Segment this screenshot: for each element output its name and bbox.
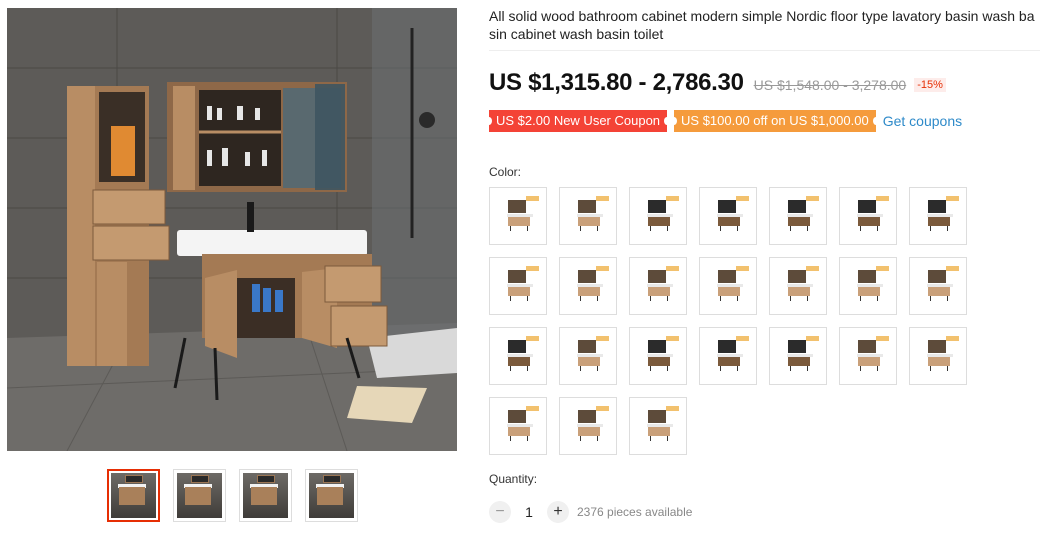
color-option-image	[914, 262, 962, 310]
color-option[interactable]	[489, 327, 547, 385]
color-option[interactable]	[559, 397, 617, 455]
thumbnail-3[interactable]	[239, 469, 292, 522]
store-coupon[interactable]: US $100.00 off on US $1,000.00	[671, 110, 879, 132]
decrease-quantity-button[interactable]: −	[489, 501, 511, 523]
color-option[interactable]	[839, 257, 897, 315]
discount-badge: -15%	[914, 78, 946, 92]
color-option[interactable]	[839, 327, 897, 385]
color-option[interactable]	[629, 257, 687, 315]
color-option-image	[774, 262, 822, 310]
thumbnail-image	[243, 473, 288, 518]
thumbnail-2[interactable]	[173, 469, 226, 522]
increase-quantity-button[interactable]: +	[547, 501, 569, 523]
color-option-image	[564, 262, 612, 310]
color-option[interactable]	[769, 187, 827, 245]
stock-available: 2376 pieces available	[577, 505, 693, 519]
get-coupons-link[interactable]: Get coupons	[883, 113, 962, 129]
color-option[interactable]	[909, 327, 967, 385]
color-option[interactable]	[909, 187, 967, 245]
main-product-image[interactable]	[7, 8, 457, 451]
color-option-image	[634, 192, 682, 240]
price-row: US $1,315.80 - 2,786.30 US $1,548.00 - 3…	[489, 69, 946, 97]
product-title: All solid wood bathroom cabinet modern s…	[489, 8, 1035, 42]
divider	[489, 50, 1040, 51]
quantity-label: Quantity:	[489, 472, 538, 486]
color-option-image	[634, 402, 682, 450]
color-option-image	[844, 192, 892, 240]
new-user-coupon[interactable]: US $2.00 New User Coupon	[485, 110, 671, 132]
thumbnail-image	[309, 473, 354, 518]
color-option-image	[774, 332, 822, 380]
color-option[interactable]	[909, 257, 967, 315]
color-option-image	[774, 192, 822, 240]
original-price: US $1,548.00 - 3,278.00	[753, 77, 907, 93]
color-option[interactable]	[699, 187, 757, 245]
color-option-image	[494, 332, 542, 380]
color-option[interactable]	[489, 257, 547, 315]
thumbnail-1[interactable]	[107, 469, 160, 522]
color-option-image	[494, 262, 542, 310]
color-option-image	[564, 192, 612, 240]
color-label: Color:	[489, 165, 522, 179]
color-option-image	[704, 262, 752, 310]
thumbnail-image	[177, 473, 222, 518]
color-option[interactable]	[489, 397, 547, 455]
color-option[interactable]	[769, 257, 827, 315]
color-option[interactable]	[699, 327, 757, 385]
color-option[interactable]	[839, 187, 897, 245]
quantity-input[interactable]	[511, 501, 547, 523]
color-option[interactable]	[629, 187, 687, 245]
color-option[interactable]	[629, 397, 687, 455]
thumbnail-image	[111, 473, 156, 518]
color-option-image	[634, 332, 682, 380]
color-option[interactable]	[629, 327, 687, 385]
color-option-image	[494, 402, 542, 450]
coupon-row: US $2.00 New User Coupon US $100.00 off …	[485, 110, 962, 132]
color-option[interactable]	[559, 187, 617, 245]
color-option-image	[844, 262, 892, 310]
color-option[interactable]	[489, 187, 547, 245]
color-option-image	[914, 192, 962, 240]
color-option[interactable]	[559, 257, 617, 315]
color-option-image	[914, 332, 962, 380]
color-option[interactable]	[769, 327, 827, 385]
color-option-image	[564, 332, 612, 380]
color-option-image	[844, 332, 892, 380]
color-option-image	[704, 332, 752, 380]
color-option-image	[704, 192, 752, 240]
color-option[interactable]	[559, 327, 617, 385]
bathroom-cabinet-illustration	[7, 8, 457, 451]
color-option[interactable]	[699, 257, 757, 315]
quantity-stepper: − + 2376 pieces available	[489, 501, 692, 523]
thumbnail-4[interactable]	[305, 469, 358, 522]
thumbnail-strip	[107, 469, 358, 522]
color-option-image	[634, 262, 682, 310]
current-price: US $1,315.80 - 2,786.30	[489, 69, 744, 96]
color-option-image	[494, 192, 542, 240]
color-option-image	[564, 402, 612, 450]
